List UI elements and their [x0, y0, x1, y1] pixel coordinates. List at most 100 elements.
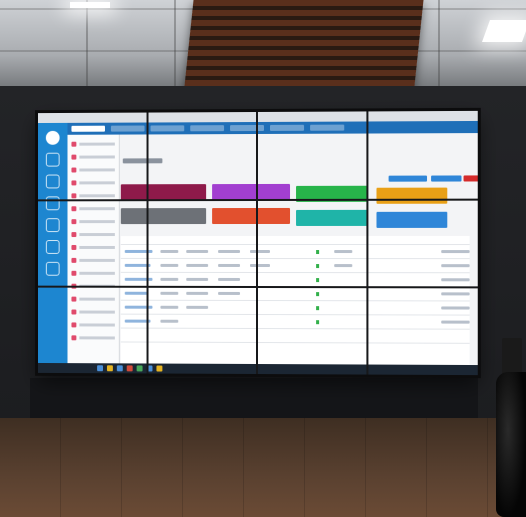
- table-cell: [218, 278, 240, 281]
- action-button[interactable]: [464, 175, 478, 181]
- nav-item-label: [79, 168, 115, 171]
- table-cell: [186, 250, 208, 253]
- header-tab[interactable]: [310, 125, 344, 131]
- taskbar-app-icon[interactable]: [97, 365, 103, 371]
- header-tab[interactable]: [270, 125, 304, 131]
- rail-document-icon[interactable]: [46, 218, 60, 232]
- status-tile-teal[interactable]: [296, 210, 368, 226]
- taskbar-app-icon[interactable]: [117, 365, 123, 371]
- taskbar-app-icon[interactable]: [137, 365, 143, 371]
- table-cell: [160, 306, 178, 309]
- nav-item-label: [79, 143, 115, 146]
- status-tile-red[interactable]: [212, 208, 290, 224]
- nav-item-icon: [71, 193, 76, 198]
- nav-item[interactable]: [71, 334, 114, 341]
- table-cell: [441, 264, 469, 267]
- panel-bezel: [147, 113, 149, 374]
- table-cell: [218, 292, 240, 295]
- page-title: [123, 158, 163, 163]
- rail-chart-icon[interactable]: [46, 240, 60, 254]
- nav-item-label: [79, 298, 115, 301]
- status-tile-maroon[interactable]: [121, 184, 206, 200]
- nav-item[interactable]: [71, 179, 114, 186]
- table-cell: [441, 292, 469, 295]
- nav-item-icon: [71, 168, 76, 173]
- nav-item[interactable]: [71, 270, 114, 277]
- nav-item[interactable]: [71, 257, 114, 264]
- table-cell: [250, 264, 270, 267]
- rail-home-icon[interactable]: [46, 153, 60, 167]
- header-tab[interactable]: [150, 125, 184, 131]
- nav-item[interactable]: [71, 309, 114, 316]
- nav-item-label: [79, 233, 115, 236]
- header-tab[interactable]: [230, 125, 264, 131]
- table-cell: [441, 306, 469, 309]
- nav-item-label: [79, 207, 115, 210]
- display-mount-base: [30, 378, 478, 418]
- status-tile-purple[interactable]: [212, 184, 290, 200]
- table-row[interactable]: [121, 314, 470, 316]
- nav-item-label: [79, 181, 115, 184]
- table-cell: [250, 250, 270, 253]
- nav-item-icon: [71, 322, 76, 327]
- rail-settings-icon[interactable]: [46, 262, 60, 276]
- status-tile-orange[interactable]: [376, 188, 447, 204]
- status-tile-gray[interactable]: [121, 208, 206, 224]
- nav-item[interactable]: [71, 153, 114, 160]
- nav-item[interactable]: [71, 218, 114, 225]
- table-cell: [186, 264, 208, 267]
- floor-plank-lines: [0, 418, 526, 517]
- table-cell[interactable]: [125, 292, 149, 295]
- table-cell: [160, 264, 178, 267]
- taskbar-app-icon[interactable]: [156, 366, 162, 372]
- taskbar-folder-icon[interactable]: [107, 365, 113, 371]
- action-button[interactable]: [389, 176, 427, 182]
- nav-item[interactable]: [71, 296, 114, 303]
- nav-item-icon: [71, 245, 76, 250]
- header-tab[interactable]: [190, 125, 224, 131]
- table-cell: [334, 264, 352, 267]
- dashboard-content: [121, 135, 470, 365]
- nav-item[interactable]: [71, 321, 114, 328]
- table-cell: [186, 306, 208, 309]
- header-tab[interactable]: [71, 126, 105, 132]
- nav-item[interactable]: [71, 244, 114, 251]
- nav-item[interactable]: [71, 166, 114, 173]
- nav-item-icon: [71, 219, 76, 224]
- taskbar-app-icon[interactable]: [127, 365, 133, 371]
- wooden-floor: [0, 418, 526, 517]
- table-row[interactable]: [121, 258, 470, 259]
- table-cell: [441, 278, 469, 281]
- nav-item-label: [79, 323, 115, 326]
- video-wall-display: [38, 111, 478, 375]
- nav-item-icon: [71, 258, 76, 263]
- table-cell: [218, 264, 240, 267]
- action-button[interactable]: [431, 175, 461, 181]
- rail-upload-icon[interactable]: [46, 175, 60, 189]
- table-row[interactable]: [121, 328, 470, 330]
- table-cell: [186, 292, 208, 295]
- navigation-panel: [68, 135, 120, 364]
- table-cell: [160, 250, 178, 253]
- nav-item-label: [79, 220, 115, 223]
- table-row[interactable]: [121, 272, 470, 273]
- left-icon-rail: [38, 123, 68, 363]
- office-chair: [496, 372, 526, 517]
- status-marker: [316, 292, 319, 296]
- nav-item-icon: [71, 335, 76, 340]
- nav-item[interactable]: [71, 141, 114, 148]
- ceiling-light-right: [482, 20, 526, 42]
- nav-item[interactable]: [71, 192, 114, 199]
- header-tab[interactable]: [111, 126, 145, 132]
- table-row[interactable]: [121, 300, 470, 302]
- nav-item-label: [79, 194, 115, 197]
- nav-item[interactable]: [71, 205, 114, 212]
- nav-item[interactable]: [71, 231, 114, 238]
- nav-item-icon: [71, 155, 76, 160]
- status-tile-blue[interactable]: [376, 212, 447, 228]
- panel-bezel: [256, 112, 258, 374]
- table-row[interactable]: [121, 244, 470, 245]
- table-row[interactable]: [121, 341, 470, 343]
- status-marker: [316, 250, 319, 254]
- nav-item-icon: [71, 297, 76, 302]
